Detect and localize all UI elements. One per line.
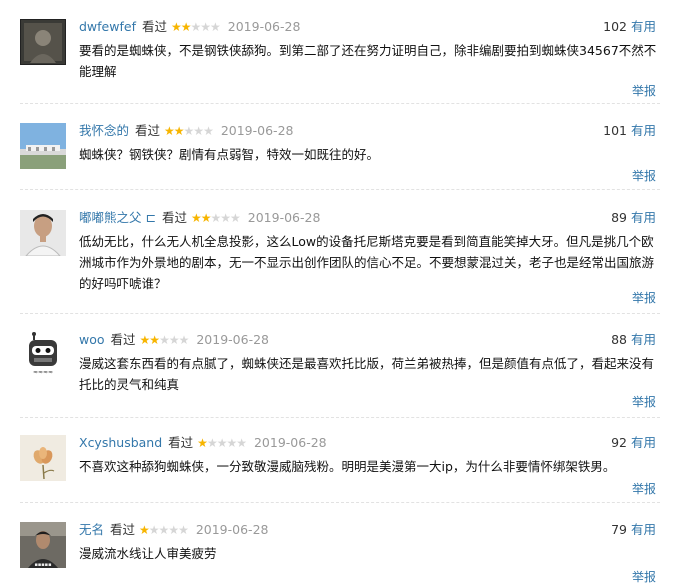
vote-count: 88 有用 xyxy=(611,332,656,348)
svg-text:≈≈≈≈: ≈≈≈≈ xyxy=(33,369,53,376)
review-content: 蜘蛛侠？钢铁侠？剧情有点弱智，特效一如既往的好。 xyxy=(79,147,380,162)
watched-label: 看过 xyxy=(141,19,167,34)
username-link[interactable]: 我怀念的 xyxy=(79,123,129,138)
vote-count: 101 有用 xyxy=(603,123,656,139)
vote-count: 92 有用 xyxy=(611,435,656,451)
report-link[interactable]: 举报 xyxy=(632,82,656,99)
useful-button[interactable]: 有用 xyxy=(631,522,656,537)
watched-label: 看过 xyxy=(110,522,136,537)
flower-avatar[interactable] xyxy=(20,435,66,481)
watched-label: 看过 xyxy=(161,210,187,225)
useful-button[interactable]: 有用 xyxy=(631,210,656,225)
rating-stars: ★★★★★ xyxy=(139,523,189,537)
review-date: 2019-06-28 xyxy=(196,332,269,347)
review-meta: 我怀念的 看过 ★★★★★ 2019-06-28 xyxy=(79,123,293,139)
review-content: 漫威流水线让人审美疲劳 xyxy=(79,546,217,561)
review-divider xyxy=(20,502,660,503)
robot-logo-avatar[interactable]: ≈≈≈≈ xyxy=(20,332,66,378)
useful-button[interactable]: 有用 xyxy=(631,435,656,450)
username-link[interactable]: 无名 xyxy=(79,522,104,537)
watched-label: 看过 xyxy=(168,435,194,450)
username-link[interactable]: 嘟嘟熊之父 ⊏ xyxy=(79,210,156,225)
report-link[interactable]: 举报 xyxy=(632,167,656,184)
review-date: 2019-06-28 xyxy=(195,522,269,537)
man-portrait-avatar[interactable] xyxy=(20,210,66,256)
review-meta: Xcyshusband 看过 ★★★★★ 2019-06-28 xyxy=(79,435,327,451)
report-link[interactable]: 举报 xyxy=(632,480,656,497)
review-date: 2019-06-28 xyxy=(227,19,301,34)
vote-number: 88 xyxy=(611,332,627,347)
review-meta: 嘟嘟熊之父 ⊏ 看过 ★★★★★ 2019-06-28 xyxy=(79,210,320,226)
review-date: 2019-06-28 xyxy=(253,435,327,450)
rating-stars: ★★★★★ xyxy=(139,333,190,347)
landscape-sky-avatar[interactable] xyxy=(20,123,66,169)
useful-button[interactable]: 有用 xyxy=(631,332,656,347)
review-content: 漫威这套东西看的有点腻了，蜘蛛侠还是最喜欢托比版，荷兰弟被热捧，但是颜值有点低了… xyxy=(79,356,655,392)
vote-count: 79 有用 xyxy=(611,522,656,538)
review-content: 不喜欢这种舔狗蜘蛛侠，一分致敬漫威脑残粉。明明是美漫第一大ip，为什么非要情怀绑… xyxy=(79,459,616,474)
vote-number: 79 xyxy=(611,522,627,537)
vote-number: 89 xyxy=(611,210,627,225)
vote-number: 92 xyxy=(611,435,627,450)
review-divider xyxy=(20,417,660,418)
report-link[interactable]: 举报 xyxy=(632,568,656,585)
vote-number: 101 xyxy=(603,123,627,138)
report-link[interactable]: 举报 xyxy=(632,289,656,306)
rating-stars: ★★★★★ xyxy=(164,124,214,138)
review-divider xyxy=(20,313,660,314)
review-date: 2019-06-28 xyxy=(220,123,294,138)
review-meta: woo 看过 ★★★★★ 2019-06-28 xyxy=(79,332,269,348)
useful-button[interactable]: 有用 xyxy=(631,123,656,138)
rating-stars: ★★★★★ xyxy=(197,436,247,450)
vote-count: 89 有用 xyxy=(611,210,656,226)
review-date: 2019-06-28 xyxy=(247,210,321,225)
review-meta: dwfewfef 看过 ★★★★★ 2019-06-28 xyxy=(79,19,300,35)
review-meta: 无名 看过 ★★★★★ 2019-06-28 xyxy=(79,522,268,538)
report-link[interactable]: 举报 xyxy=(632,393,656,410)
review-content: 要看的是蜘蛛侠，不是钢铁侠舔狗。到第二部了还在努力证明自己，除非编剧要拍到蜘蛛侠… xyxy=(79,43,657,79)
review-divider xyxy=(20,189,660,190)
username-link[interactable]: woo xyxy=(79,332,105,347)
svg-text:▪▪▪▪▪: ▪▪▪▪▪ xyxy=(35,562,52,568)
review-content: 低幼无比，什么无人机全息投影，这么Low的设备托尼斯塔克要是看到简直能笑掉大牙。… xyxy=(79,234,655,291)
vote-count: 102 有用 xyxy=(603,19,656,35)
review-divider xyxy=(20,103,660,104)
rating-stars: ★★★★★ xyxy=(190,211,241,225)
username-link[interactable]: dwfewfef xyxy=(79,19,136,34)
rating-stars: ★★★★★ xyxy=(170,20,221,34)
watched-label: 看过 xyxy=(110,332,136,347)
username-link[interactable]: Xcyshusband xyxy=(79,435,162,450)
dark-portrait-avatar[interactable] xyxy=(20,19,66,65)
person-photo-avatar[interactable]: ▪▪▪▪▪ xyxy=(20,522,66,568)
vote-number: 102 xyxy=(603,19,627,34)
useful-button[interactable]: 有用 xyxy=(631,19,656,34)
watched-label: 看过 xyxy=(135,123,161,138)
